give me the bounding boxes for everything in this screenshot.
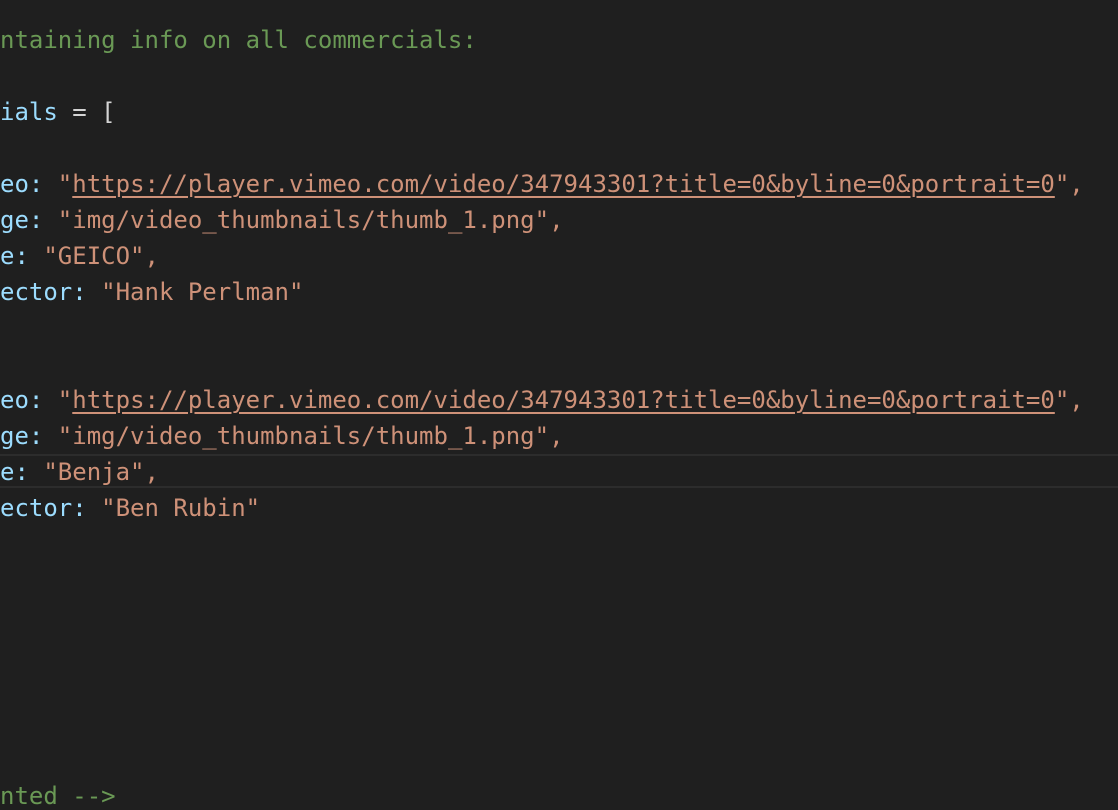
code-line-comment-bottom: nted --> bbox=[0, 778, 1118, 810]
code-line-director: ector: "Ben Rubin" bbox=[0, 490, 1118, 526]
string-value: "Ben Rubin" bbox=[86, 494, 261, 522]
code-editor[interactable]: ntaining info on all commercials: ials =… bbox=[0, 0, 1118, 810]
array-name: ials bbox=[0, 98, 58, 126]
code-line-comment-top: ntaining info on all commercials: bbox=[0, 22, 1118, 58]
code-line-title: e: "Benja", bbox=[0, 454, 1118, 490]
array-operator: = [ bbox=[57, 98, 116, 126]
string-value: "GEICO", bbox=[28, 242, 159, 270]
code-line-image: ge: "img/video_thumbnails/thumb_1.png", bbox=[0, 418, 1118, 454]
property-key: ector: bbox=[0, 494, 87, 522]
property-key: ge: bbox=[0, 422, 44, 450]
string-value: "Benja", bbox=[28, 458, 159, 486]
string-value: "img/video_thumbnails/thumb_1.png", bbox=[43, 206, 564, 234]
comment-text: ntaining info on all commercials: bbox=[0, 26, 477, 54]
property-key: e: bbox=[0, 242, 29, 270]
string-quote: " bbox=[43, 170, 73, 198]
code-line-image: ge: "img/video_thumbnails/thumb_1.png", bbox=[0, 202, 1118, 238]
string-quote: " bbox=[43, 386, 73, 414]
string-close: ", bbox=[1054, 386, 1084, 414]
property-key: ector: bbox=[0, 278, 87, 306]
string-value: "img/video_thumbnails/thumb_1.png", bbox=[43, 422, 564, 450]
code-line-video: eo: "https://player.vimeo.com/video/3479… bbox=[0, 166, 1118, 202]
property-key: eo: bbox=[0, 386, 44, 414]
property-key: e: bbox=[0, 458, 29, 486]
property-key: eo: bbox=[0, 170, 44, 198]
code-line-video: eo: "https://player.vimeo.com/video/3479… bbox=[0, 382, 1118, 418]
comment-text: nted --> bbox=[0, 782, 116, 810]
string-close: ", bbox=[1054, 170, 1084, 198]
video-url-link[interactable]: https://player.vimeo.com/video/347943301… bbox=[72, 386, 1055, 414]
string-value: "Hank Perlman" bbox=[86, 278, 304, 306]
video-url-link[interactable]: https://player.vimeo.com/video/347943301… bbox=[72, 170, 1055, 198]
code-line-title: e: "GEICO", bbox=[0, 238, 1118, 274]
code-line-director: ector: "Hank Perlman" bbox=[0, 274, 1118, 310]
code-line-array-declaration: ials = [ bbox=[0, 94, 1118, 130]
property-key: ge: bbox=[0, 206, 44, 234]
